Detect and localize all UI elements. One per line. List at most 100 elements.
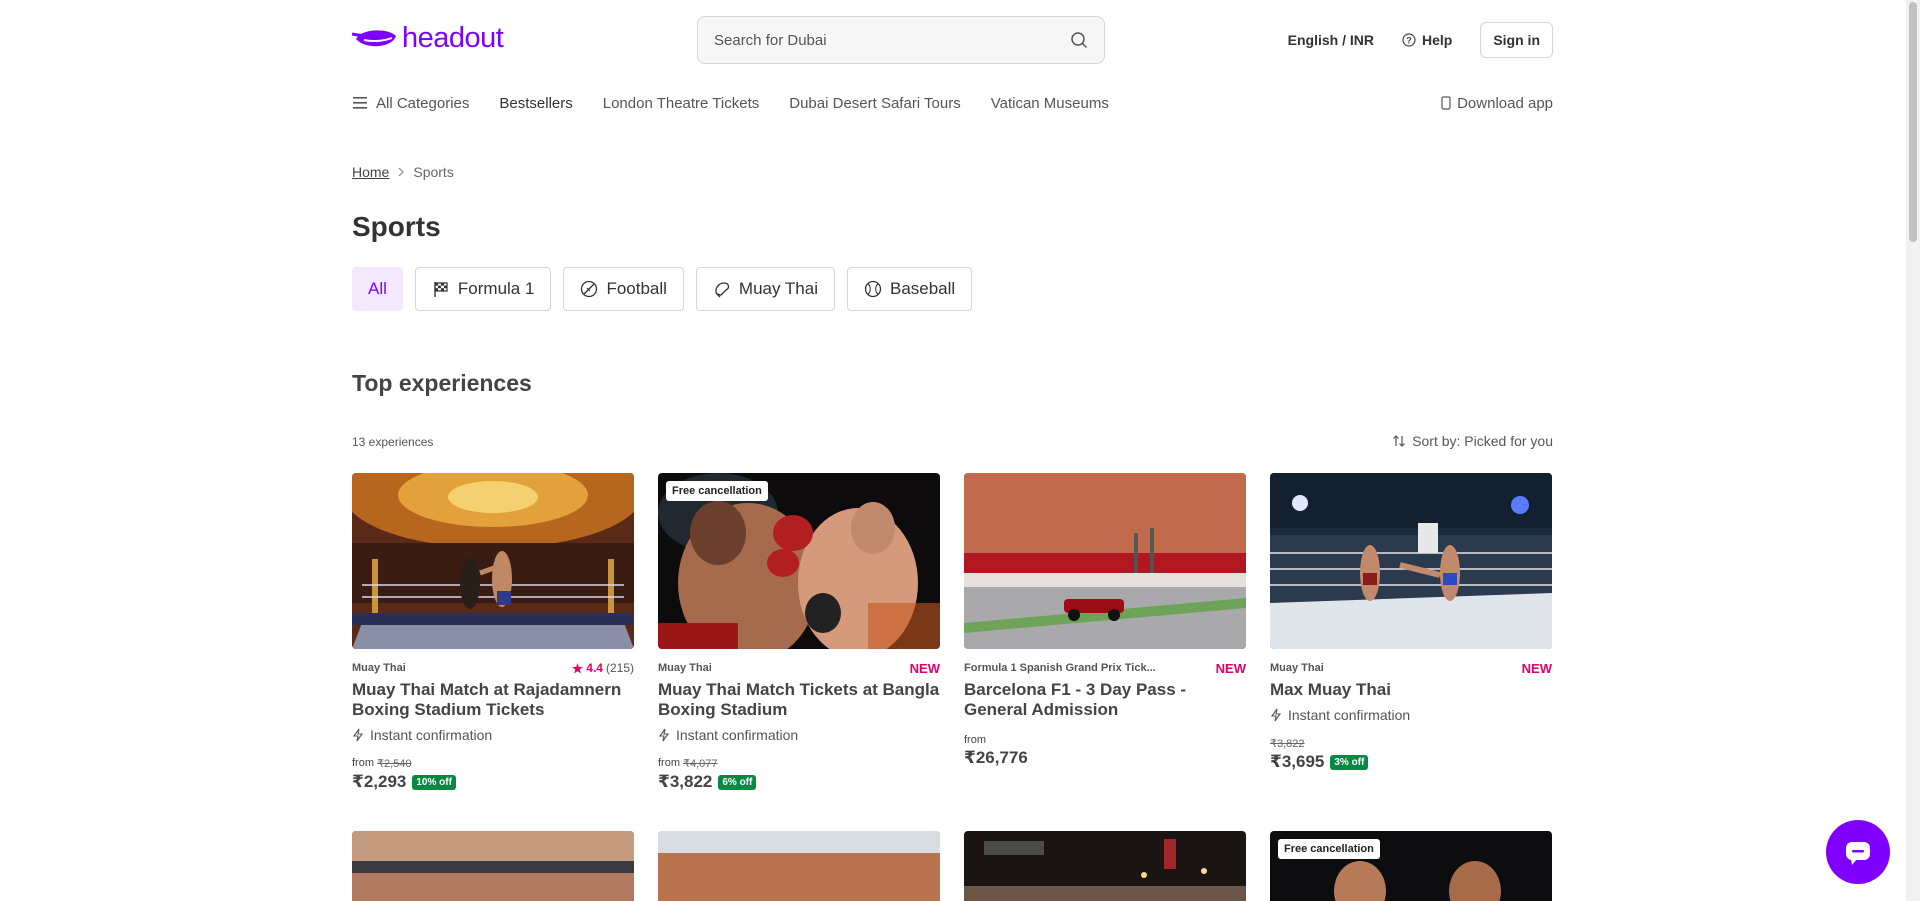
section-title: Top experiences [352, 370, 532, 396]
price-from: from [964, 734, 1246, 746]
phone-icon [1441, 96, 1451, 110]
sort-label: Sort by: Picked for you [1412, 433, 1553, 449]
card-image[interactable] [352, 831, 634, 901]
star-icon [572, 662, 584, 674]
discount-badge: 10% off [412, 774, 456, 790]
headout-logo-icon [352, 29, 396, 46]
free-cancellation-badge: Free cancellation [1278, 839, 1380, 859]
instant-label: Instant confirmation [676, 727, 799, 743]
chip-football[interactable]: Football [563, 267, 684, 311]
instant-confirmation: Instant confirmation [1270, 707, 1552, 723]
chip-muay-thai[interactable]: Muay Thai [695, 267, 835, 311]
chip-label: Baseball [889, 279, 956, 298]
chip-baseball[interactable]: Baseball [846, 267, 973, 311]
download-app-label: Download app [1457, 94, 1553, 112]
price-from: ₹3,822 [1270, 737, 1552, 750]
nav-item-dubai-desert-safari[interactable]: Dubai Desert Safari Tours [789, 95, 960, 112]
chip-all[interactable]: All [352, 267, 403, 311]
card-price: ₹26,776 [964, 748, 1028, 767]
card-image[interactable] [1270, 473, 1552, 649]
card-image[interactable] [352, 473, 634, 649]
card-price: ₹2,293 [352, 772, 407, 791]
experience-card[interactable]: Muay Thai 4.4 (215) Muay Thai Match at R… [352, 473, 634, 792]
card-category: Muay Thai [352, 662, 406, 674]
card-image[interactable] [964, 831, 1246, 901]
sort-dropdown[interactable]: Sort by: Picked for you [1392, 433, 1553, 449]
nav-item-bestsellers[interactable]: Bestsellers [499, 95, 572, 112]
experience-card[interactable] [658, 831, 940, 901]
card-title[interactable]: Max Muay Thai [1270, 680, 1552, 700]
experience-card[interactable] [352, 831, 634, 901]
discount-badge: 3% off [1330, 754, 1369, 770]
experience-card[interactable] [964, 831, 1246, 901]
search-bar[interactable] [697, 16, 1105, 64]
chip-label: Football [606, 279, 667, 298]
original-price: ₹2,540 [377, 758, 412, 770]
instant-confirmation: Instant confirmation [352, 727, 634, 743]
nav-item-vatican-museums[interactable]: Vatican Museums [991, 95, 1109, 112]
search-icon[interactable] [1070, 31, 1088, 49]
chip-formula-1[interactable]: Formula 1 [414, 267, 552, 311]
instant-label: Instant confirmation [1288, 707, 1411, 723]
free-cancellation-badge: Free cancellation [666, 481, 768, 501]
card-image[interactable]: Free cancellation [1270, 831, 1552, 901]
breadcrumb: Home Sports [352, 164, 454, 180]
from-label: from [964, 734, 986, 746]
rating-value: 4.4 [586, 661, 603, 675]
lightning-icon [352, 728, 364, 742]
page-scrollbar[interactable] [1906, 0, 1920, 901]
from-label: from [658, 757, 680, 769]
card-image[interactable] [658, 831, 940, 901]
hamburger-icon [353, 97, 367, 109]
search-input[interactable] [714, 31, 1070, 49]
page-title: Sports [352, 211, 441, 242]
experience-card[interactable]: Formula 1 Spanish Grand Prix Tick... NEW… [964, 473, 1246, 792]
card-rating: 4.4 (215) [572, 661, 634, 675]
price-from: from ₹4,077 [658, 757, 940, 770]
experience-card[interactable]: Free cancellation [1270, 831, 1552, 901]
rating-count: (215) [605, 661, 634, 675]
help-label: Help [1421, 32, 1453, 48]
experience-grid: Muay Thai 4.4 (215) Muay Thai Match at R… [352, 473, 1553, 792]
sort-icon [1393, 435, 1406, 447]
instant-confirmation: Instant confirmation [658, 727, 940, 743]
help-link[interactable]: ? Help [1402, 32, 1452, 48]
new-tag: NEW [1521, 660, 1552, 676]
chevron-right-icon [398, 167, 405, 177]
experience-grid-row-2: Free cancellation [352, 831, 1553, 901]
card-title[interactable]: Muay Thai Match at Rajadamnern Boxing St… [352, 680, 634, 720]
from-label: from [352, 757, 374, 769]
sport-filter-chips: All Formula 1 Football Muay Thai Basebal… [352, 267, 973, 311]
football-icon [581, 280, 598, 298]
chat-button[interactable] [1826, 820, 1890, 884]
download-app-link[interactable]: Download app [1441, 95, 1553, 112]
scrollbar-thumb[interactable] [1909, 2, 1917, 242]
price-from: from ₹2,540 [352, 757, 634, 770]
experience-card[interactable]: Muay Thai NEW Max Muay Thai Instant conf… [1270, 473, 1552, 792]
headout-logo[interactable]: headout [352, 22, 504, 55]
experience-card[interactable]: Free cancellation Muay Thai NEW Muay Tha… [658, 473, 940, 792]
svg-text:?: ? [1406, 36, 1412, 46]
card-title[interactable]: Muay Thai Match Tickets at Bangla Boxing… [658, 680, 940, 720]
card-category: Muay Thai [658, 662, 712, 674]
boxing-glove-icon [715, 282, 730, 298]
instant-label: Instant confirmation [370, 727, 493, 743]
all-categories-menu[interactable]: All Categories [352, 95, 469, 112]
card-image[interactable]: Free cancellation [658, 473, 940, 649]
language-currency-selector[interactable]: English / INR [1288, 32, 1374, 48]
experience-count: 13 experiences [352, 435, 434, 449]
help-icon: ? [1402, 33, 1416, 47]
new-tag: NEW [1215, 660, 1246, 676]
original-price: ₹3,822 [1270, 738, 1305, 750]
breadcrumb-home[interactable]: Home [352, 164, 389, 180]
checkered-flag-icon [434, 282, 448, 297]
chat-bubble-icon [1846, 842, 1870, 865]
header-actions: English / INR ? Help Sign in [1288, 22, 1553, 58]
lightning-icon [658, 728, 670, 742]
all-categories-label: All Categories [376, 94, 470, 112]
card-price: ₹3,695 [1270, 752, 1325, 771]
nav-item-london-theatre[interactable]: London Theatre Tickets [603, 95, 760, 112]
sign-in-button[interactable]: Sign in [1480, 22, 1553, 58]
card-title[interactable]: Barcelona F1 - 3 Day Pass - General Admi… [964, 680, 1246, 720]
card-image[interactable] [964, 473, 1246, 649]
